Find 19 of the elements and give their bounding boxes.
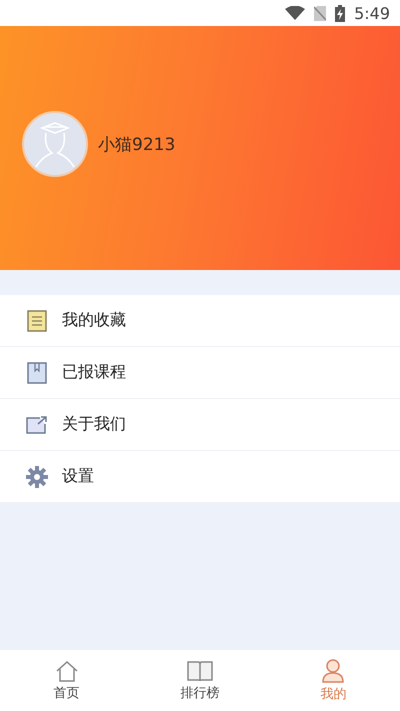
tab[interactable]: 首页	[0, 650, 134, 711]
battery-charging-icon	[335, 4, 346, 22]
book-icon	[186, 660, 213, 682]
notepad-icon	[27, 310, 47, 332]
share-icon	[26, 416, 48, 434]
avatar-icon[interactable]	[22, 111, 88, 177]
wifi-icon	[285, 6, 306, 20]
user-icon	[322, 658, 344, 682]
menu-item[interactable]: 已报课程	[0, 347, 400, 399]
clock-time: 5:49	[354, 4, 390, 22]
menu-item[interactable]: 我的收藏	[0, 295, 400, 347]
home-icon	[54, 660, 79, 682]
username: 小猫9213	[98, 134, 176, 156]
menu-item[interactable]: 设置	[0, 451, 400, 503]
no-sim-icon	[314, 6, 326, 20]
bookmark-book-icon	[27, 362, 47, 384]
settings-icon	[26, 466, 48, 488]
menu-item[interactable]: 关于我们	[0, 399, 400, 451]
tab[interactable]: 排行榜	[133, 650, 267, 711]
